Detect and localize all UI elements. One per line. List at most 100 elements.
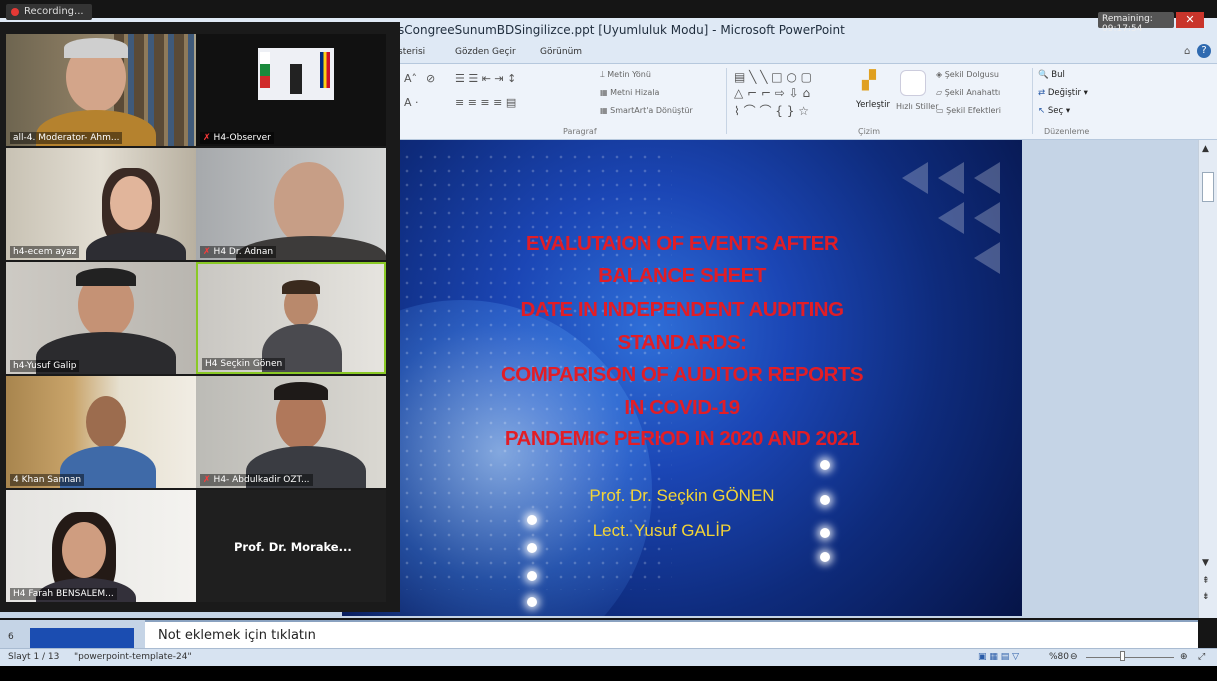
paragraph-group-label: Paragraf bbox=[563, 127, 597, 136]
zoom-slider[interactable] bbox=[1086, 657, 1174, 658]
video-tile[interactable]: all-4. Moderator- Ahm... bbox=[6, 34, 196, 146]
notes-pane[interactable]: Not eklemek için tıklatın bbox=[145, 620, 1198, 648]
zoom-slider-thumb[interactable] bbox=[1120, 651, 1125, 661]
arrange-button[interactable]: Yerleştir bbox=[856, 100, 890, 110]
slide-title-line: DATE IN INDEPENDENT AUDITING bbox=[520, 298, 844, 321]
chevron-shape bbox=[938, 162, 964, 194]
hair bbox=[282, 280, 320, 294]
participant-name: h4-ecem ayaz bbox=[10, 246, 80, 258]
slide-canvas[interactable]: EVALUTAION OF EVENTS AFTER BALANCE SHEET… bbox=[342, 140, 1022, 616]
slide-counter: Slayt 1 / 13 bbox=[8, 652, 60, 662]
chevron-shape bbox=[974, 202, 1000, 234]
shape-outline-button[interactable]: ▱ Şekil Anahattı bbox=[936, 88, 1000, 97]
slide-title-line: PANDEMIC PERIOD IN 2020 AND 2021 bbox=[504, 427, 860, 450]
chevron-shape bbox=[974, 162, 1000, 194]
status-bar: Slayt 1 / 13 "powerpoint-template-24" ▣ … bbox=[0, 648, 1217, 666]
zoom-in-icon[interactable]: ⊕ bbox=[1180, 652, 1188, 662]
chevron-shape bbox=[902, 162, 928, 194]
video-tile-active[interactable]: H4 Seçkin Gönen bbox=[196, 262, 386, 374]
participant-name: ✗ H4-Observer bbox=[200, 132, 274, 144]
scroll-up-icon[interactable]: ▲ bbox=[1202, 144, 1209, 154]
help-icon[interactable]: ? bbox=[1197, 44, 1211, 58]
light-node bbox=[527, 515, 537, 525]
bullets-icon[interactable]: ☰ ☰ ⇤ ⇥ ↕ bbox=[455, 72, 516, 85]
find-button[interactable]: 🔍 Bul bbox=[1038, 70, 1065, 80]
muted-mic-icon: ✗ bbox=[203, 475, 211, 485]
video-tile[interactable]: H4 Farah BENSALEM... bbox=[6, 490, 196, 602]
align-icons[interactable]: ≡ ≡ ≡ ≡ ▤ bbox=[455, 96, 516, 109]
participant-name: ✗ H4 Dr. Adnan bbox=[200, 246, 277, 258]
scroll-thumb[interactable] bbox=[1202, 172, 1214, 202]
participant-name: ✗ H4- Abdulkadir OZT... bbox=[200, 474, 313, 486]
scroll-down-icon[interactable]: ▼ bbox=[1202, 558, 1209, 568]
tab-view[interactable]: Görünüm bbox=[540, 47, 582, 57]
next-slide-icon[interactable]: ⇟ bbox=[1202, 592, 1210, 602]
author-line: Prof. Dr. Seçkin GÖNEN bbox=[589, 486, 775, 505]
convert-smartart-button[interactable]: ▦ SmartArt'a Dönüştür bbox=[600, 106, 693, 115]
shapes-gallery-icon-row3[interactable]: ⌇ ⌒ ⌒ { } ☆ bbox=[734, 102, 809, 119]
light-node bbox=[820, 495, 830, 505]
shape-fill-button[interactable]: ◈ Şekil Dolgusu bbox=[936, 70, 999, 79]
video-tile[interactable]: 4 Khan Sannan bbox=[6, 376, 196, 488]
participant-name: H4 Seçkin Gönen bbox=[202, 358, 286, 370]
participant-face bbox=[86, 396, 126, 448]
slide-thumbnail[interactable] bbox=[30, 628, 134, 648]
zoom-out-icon[interactable]: ⊖ bbox=[1070, 652, 1078, 662]
chevron-shape bbox=[938, 202, 964, 234]
speaker bbox=[290, 64, 302, 94]
video-tile[interactable]: ✗ H4- Abdulkadir OZT... bbox=[196, 376, 386, 488]
screen: sCongreeSunumBDSingilizce.ppt [Uyumluluk… bbox=[0, 0, 1217, 681]
grow-font-icon[interactable]: A˄ bbox=[404, 72, 417, 85]
replace-button[interactable]: ⇄ Değiştir ▾ bbox=[1038, 88, 1088, 98]
participant-name: 4 Khan Sannan bbox=[10, 474, 85, 486]
participant-name: h4-Yusuf Galip bbox=[10, 360, 80, 372]
light-node bbox=[527, 543, 537, 553]
minimize-ribbon-icon[interactable]: ⌂ bbox=[1184, 46, 1190, 57]
video-tile[interactable]: h4-Yusuf Galip bbox=[6, 262, 196, 374]
participant-name: all-4. Moderator- Ahm... bbox=[10, 132, 123, 144]
participant-name: H4 Farah BENSALEM... bbox=[10, 588, 117, 600]
view-buttons-icon[interactable]: ▣ ▦ ▤ ▽ bbox=[978, 652, 1019, 662]
flag bbox=[260, 52, 270, 88]
tab-review[interactable]: Gözden Geçir bbox=[455, 47, 516, 57]
editing-group-label: Düzenleme bbox=[1044, 127, 1090, 136]
template-name[interactable]: "powerpoint-template-24" bbox=[74, 652, 192, 662]
notes-placeholder[interactable]: Not eklemek için tıklatın bbox=[158, 628, 316, 643]
thumb-index: 6 bbox=[8, 632, 14, 642]
video-tile[interactable]: ✗ H4 Dr. Adnan bbox=[196, 148, 386, 260]
shapes-gallery-icon[interactable]: ▤ ╲ ╲ □ ○ ▢ bbox=[734, 70, 812, 84]
video-tile[interactable]: ✗ H4-Observer bbox=[196, 34, 386, 146]
text-direction-button[interactable]: ⟘ Metin Yönü bbox=[600, 70, 651, 80]
window-title: sCongreeSunumBDSingilizce.ppt [Uyumluluk… bbox=[398, 23, 845, 37]
close-icon[interactable]: ✕ bbox=[1176, 12, 1204, 28]
participant-face bbox=[62, 522, 106, 578]
participant-face bbox=[110, 176, 152, 230]
ribbon-divider bbox=[726, 68, 727, 134]
vertical-scrollbar[interactable]: ▲ ▼ ⇞ ⇟ bbox=[1198, 140, 1217, 618]
tab-slide-show[interactable]: sterisi bbox=[398, 47, 425, 57]
slide-title-line: IN COVID-19 bbox=[624, 396, 740, 419]
taskbar-strip bbox=[0, 666, 1217, 681]
participant-name-center: Prof. Dr. Morake... bbox=[234, 540, 352, 554]
recording-indicator[interactable]: Recording... bbox=[6, 4, 92, 20]
slide-title-line: COMPARISON OF AUDITOR REPORTS bbox=[500, 363, 864, 386]
font-color-icon[interactable]: A · bbox=[404, 96, 419, 109]
fit-window-icon[interactable]: ⤢ bbox=[1198, 652, 1205, 662]
shapes-gallery-icon-row2[interactable]: △ ⌐ ⌐ ⇨ ⇩ ⌂ bbox=[734, 86, 810, 100]
video-tile[interactable]: h4-ecem ayaz bbox=[6, 148, 196, 260]
quick-styles-button[interactable]: Hızlı Stiller bbox=[896, 102, 939, 111]
shape-effects-button[interactable]: ▭ Şekil Efektleri bbox=[936, 106, 1001, 115]
arrange-icon[interactable]: ▞ bbox=[862, 70, 876, 91]
slide-title-line: STANDARDS: bbox=[617, 331, 747, 354]
select-button[interactable]: ↖ Seç ▾ bbox=[1038, 106, 1070, 116]
light-node bbox=[527, 571, 537, 581]
remaining-time: Remaining: 09:17:54 bbox=[1098, 12, 1174, 34]
hair bbox=[76, 268, 136, 286]
prev-slide-icon[interactable]: ⇞ bbox=[1202, 576, 1210, 586]
align-text-button[interactable]: ▦ Metni Hizala bbox=[600, 88, 659, 97]
record-dot-icon bbox=[11, 8, 19, 16]
clear-format-icon[interactable]: ⊘ bbox=[426, 72, 435, 85]
zoom-level[interactable]: %80 bbox=[1049, 652, 1069, 662]
quick-styles-icon[interactable] bbox=[900, 70, 926, 96]
video-tile-no-video[interactable]: Prof. Dr. Morake... bbox=[196, 490, 386, 602]
